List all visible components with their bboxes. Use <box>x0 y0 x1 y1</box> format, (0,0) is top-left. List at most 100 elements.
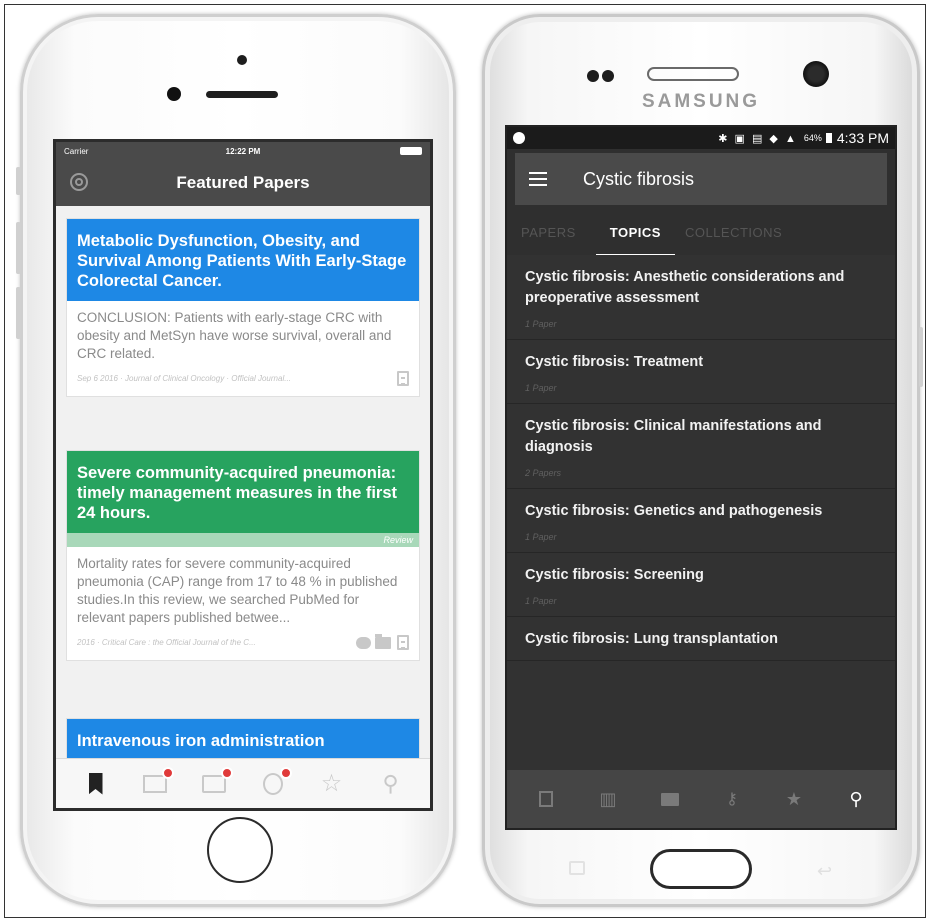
home-button[interactable] <box>207 817 273 883</box>
notification-badge <box>220 766 233 779</box>
tab-papers[interactable]: PAPERS <box>519 225 588 256</box>
star-icon: ☆ <box>320 770 343 797</box>
notification-badge <box>279 766 292 779</box>
comment-icon[interactable] <box>356 636 371 649</box>
paper-source: 2016 · Critical Care : the Official Jour… <box>77 638 256 647</box>
nav-featured[interactable] <box>534 787 558 811</box>
android-screen: ✱ ▣ ▤ ◆ ▲ 64% 4:33 PM Cystic fibrosis PA… <box>505 125 897 830</box>
tab-featured[interactable] <box>81 769 111 799</box>
document-icon[interactable] <box>397 635 409 650</box>
proximity-sensor <box>237 55 247 65</box>
paper-meta: 2016 · Critical Care : the Official Jour… <box>67 631 419 660</box>
featured-papers-feed[interactable]: Metabolic Dysfunction, Obesity, and Surv… <box>56 206 430 758</box>
topic-item[interactable]: Cystic fibrosis: Anesthetic consideratio… <box>507 255 895 340</box>
folder-icon[interactable] <box>375 633 391 649</box>
nav-library[interactable]: ▥ <box>596 787 620 811</box>
paper-meta: Sep 6 2016 · Journal of Clinical Oncolog… <box>67 367 419 396</box>
power-button <box>919 327 923 387</box>
key-icon: ⚷ <box>726 791 738 808</box>
lightbulb-icon <box>262 772 283 795</box>
sensor-dots <box>587 69 617 82</box>
nav-favorites[interactable]: ★ <box>782 787 806 811</box>
tab-search[interactable]: ⚲ <box>376 769 406 799</box>
paper-card[interactable]: Intravenous iron administration <box>66 718 420 758</box>
review-tag: Review <box>67 533 419 547</box>
paper-card[interactable]: Severe community-acquired pneumonia: tim… <box>66 450 420 661</box>
mute-switch <box>16 167 21 195</box>
paper-excerpt: Mortality rates for severe community-acq… <box>77 556 398 625</box>
topic-item[interactable]: Cystic fibrosis: Clinical manifestations… <box>507 404 895 489</box>
ios-screen: Carrier 12:22 PM Featured Papers Metabol… <box>53 139 433 811</box>
topic-item[interactable]: Cystic fibrosis: Screening 1 Paper <box>507 553 895 617</box>
tab-strip: PAPERS TOPICS COLLECTIONS <box>507 205 895 257</box>
folder-icon <box>661 792 679 806</box>
battery-percent: 64% <box>803 133 822 143</box>
paper-title[interactable]: Intravenous iron administration <box>67 719 419 758</box>
tab-news[interactable] <box>140 766 174 799</box>
iphone-device: Carrier 12:22 PM Featured Papers Metabol… <box>16 14 456 907</box>
topic-item[interactable]: Cystic fibrosis: Lung transplantation <box>507 617 895 661</box>
tab-collections[interactable]: COLLECTIONS <box>683 225 794 256</box>
paper-source: Sep 6 2016 · Journal of Clinical Oncolog… <box>77 374 291 383</box>
topic-title: Cystic fibrosis: Anesthetic consideratio… <box>525 269 845 306</box>
earpiece-speaker <box>206 91 278 98</box>
menu-icon[interactable] <box>529 172 547 186</box>
topic-paper-count: 1 Paper <box>525 596 557 606</box>
topic-title: Cystic fibrosis: Lung transplantation <box>525 631 778 647</box>
status-icons: ✱ ▣ ▤ ◆ ▲ <box>718 132 798 145</box>
paper-card[interactable]: Metabolic Dysfunction, Obesity, and Surv… <box>66 218 420 397</box>
search-icon: ⚲ <box>849 788 863 809</box>
topic-paper-count: 1 Paper <box>525 532 557 542</box>
tab-collections[interactable] <box>199 766 233 799</box>
topic-title: Cystic fibrosis: Clinical manifestations… <box>525 418 822 455</box>
library-icon: ▥ <box>599 788 617 809</box>
paper-title[interactable]: Metabolic Dysfunction, Obesity, and Surv… <box>67 219 419 301</box>
nav-collections[interactable] <box>658 787 682 811</box>
ios-tab-bar: ☆ ⚲ <box>56 758 430 808</box>
tab-ideas[interactable] <box>258 766 292 799</box>
android-status-bar: ✱ ▣ ▤ ◆ ▲ 64% 4:33 PM <box>507 127 895 149</box>
topic-paper-count: 1 Paper <box>525 319 557 329</box>
status-time: 12:22 PM <box>225 146 261 156</box>
status-time: 4:33 PM <box>836 130 889 146</box>
tab-favorites[interactable]: ☆ <box>317 769 347 799</box>
tab-topics[interactable]: TOPICS <box>595 225 676 256</box>
nav-search[interactable]: ⚲ <box>844 787 868 811</box>
search-icon: ⚲ <box>382 770 399 796</box>
battery-icon <box>825 133 832 143</box>
star-icon: ★ <box>785 788 803 809</box>
page-title: Featured Papers <box>176 173 310 192</box>
ios-status-bar: Carrier 12:22 PM <box>56 142 430 160</box>
topic-item[interactable]: Cystic fibrosis: Treatment 1 Paper <box>507 340 895 404</box>
topic-title: Cystic fibrosis: Screening <box>525 567 704 583</box>
topic-paper-count: 2 Papers <box>525 468 562 478</box>
nav-keys[interactable]: ⚷ <box>720 787 744 811</box>
topic-item[interactable]: Cystic fibrosis: Genetics and pathogenes… <box>507 489 895 553</box>
volume-up-button <box>16 222 21 274</box>
toolbar-title: Cystic fibrosis <box>583 168 695 189</box>
settings-gear-icon[interactable] <box>70 173 88 191</box>
samsung-device: SAMSUNG ✱ ▣ ▤ ◆ ▲ 64% 4:33 PM Cystic fib… <box>482 14 923 907</box>
ios-nav-bar: Featured Papers <box>56 160 430 206</box>
topic-title: Cystic fibrosis: Genetics and pathogenes… <box>525 503 823 519</box>
bookmark-icon <box>539 791 553 807</box>
bookmark-icon <box>88 772 103 795</box>
notification-icon <box>513 132 525 144</box>
front-camera <box>167 87 181 101</box>
document-icon[interactable] <box>397 371 409 386</box>
front-camera <box>803 61 829 87</box>
bottom-nav: ▥ ⚷ ★ ⚲ <box>507 770 895 828</box>
back-key[interactable]: ↩ <box>817 861 832 882</box>
earpiece-grille <box>647 67 739 81</box>
app-toolbar: Cystic fibrosis <box>515 153 887 205</box>
recent-apps-key[interactable] <box>569 861 585 875</box>
topic-title: Cystic fibrosis: Treatment <box>525 354 704 370</box>
volume-down-button <box>16 287 21 339</box>
brand-logo: SAMSUNG <box>641 91 761 112</box>
home-button[interactable] <box>650 849 752 889</box>
topic-list[interactable]: Cystic fibrosis: Anesthetic consideratio… <box>507 255 895 770</box>
paper-excerpt: CONCLUSION: Patients with early-stage CR… <box>77 310 392 361</box>
topic-paper-count: 1 Paper <box>525 383 557 393</box>
paper-title[interactable]: Severe community-acquired pneumonia: tim… <box>67 451 419 533</box>
notification-badge <box>161 766 174 779</box>
